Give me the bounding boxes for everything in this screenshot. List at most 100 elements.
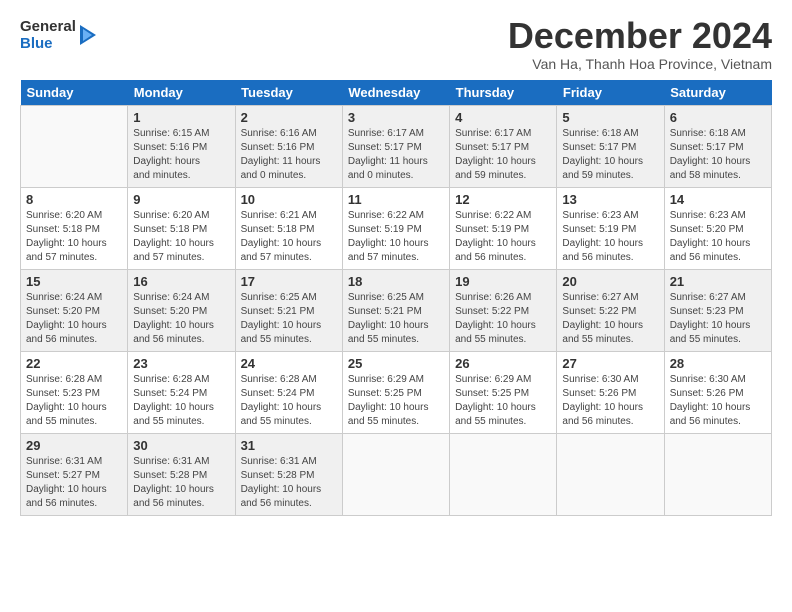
day-number: 8	[26, 192, 122, 207]
calendar-week-row: 1 Sunrise: 6:15 AMSunset: 5:16 PMDaylight…	[21, 106, 772, 188]
day-number: 25	[348, 356, 444, 371]
day-info: Sunrise: 6:28 AMSunset: 5:24 PMDaylight:…	[241, 374, 322, 427]
day-number: 12	[455, 192, 551, 207]
day-number: 16	[133, 274, 229, 289]
day-info: Sunrise: 6:28 AMSunset: 5:24 PMDaylight:…	[133, 374, 214, 427]
day-number: 30	[133, 438, 229, 453]
day-number: 27	[562, 356, 658, 371]
header-thursday: Thursday	[450, 80, 557, 106]
day-number: 17	[241, 274, 337, 289]
day-info: Sunrise: 6:25 AMSunset: 5:21 PMDaylight:…	[241, 292, 322, 345]
header-friday: Friday	[557, 80, 664, 106]
table-row: 1 Sunrise: 6:15 AMSunset: 5:16 PMDaylight…	[128, 106, 235, 188]
table-row: 8 Sunrise: 6:20 AMSunset: 5:18 PMDaylight…	[21, 188, 128, 270]
table-row: 23Sunrise: 6:28 AMSunset: 5:24 PMDayligh…	[128, 352, 235, 434]
calendar-page: General Blue December 2024 Van Ha, Thanh…	[0, 0, 792, 526]
day-info: Sunrise: 6:26 AMSunset: 5:22 PMDaylight:…	[455, 292, 536, 345]
calendar-week-row: 15 Sunrise: 6:24 AMSunset: 5:20 PMDayligh…	[21, 270, 772, 352]
table-row: 10 Sunrise: 6:21 AMSunset: 5:18 PMDayligh…	[235, 188, 342, 270]
title-section: December 2024 Van Ha, Thanh Hoa Province…	[508, 18, 772, 72]
table-row: 15Sunrise: 6:24 AMSunset: 5:20 PMDayligh…	[21, 270, 128, 352]
table-row: 3Sunrise: 6:17 AMSunset: 5:17 PMDaylight…	[342, 106, 449, 188]
header-wednesday: Wednesday	[342, 80, 449, 106]
day-number: 15	[26, 274, 122, 289]
table-row	[342, 434, 449, 516]
table-row: 20Sunrise: 6:27 AMSunset: 5:22 PMDayligh…	[557, 270, 664, 352]
day-info: Sunrise: 6:20 AMSunset: 5:18 PMDaylight:…	[133, 210, 214, 263]
table-row: 6 Sunrise: 6:18 AMSunset: 5:17 PMDaylight…	[664, 106, 771, 188]
day-number: 22	[26, 356, 122, 371]
day-number: 5	[562, 110, 658, 125]
location: Van Ha, Thanh Hoa Province, Vietnam	[508, 56, 772, 72]
day-number: 28	[670, 356, 766, 371]
table-row: 18 Sunrise: 6:25 AMSunset: 5:21 PMDayligh…	[342, 270, 449, 352]
logo: General Blue	[20, 18, 100, 53]
day-number: 13	[562, 192, 658, 207]
table-row: 16 Sunrise: 6:24 AMSunset: 5:20 PMDayligh…	[128, 270, 235, 352]
day-info: Sunrise: 6:16 AMSunset: 5:16 PMDaylight:…	[241, 128, 321, 181]
day-info: Sunrise: 6:22 AMSunset: 5:19 PMDaylight:…	[455, 210, 536, 263]
day-info: Sunrise: 6:30 AMSunset: 5:26 PMDaylight:…	[670, 374, 751, 427]
day-info: Sunrise: 6:21 AMSunset: 5:18 PMDaylight:…	[241, 210, 322, 263]
day-number: 18	[348, 274, 444, 289]
header-saturday: Saturday	[664, 80, 771, 106]
day-info: Sunrise: 6:28 AMSunset: 5:23 PMDaylight:…	[26, 374, 107, 427]
day-number: 10	[241, 192, 337, 207]
day-number: 9	[133, 192, 229, 207]
calendar-week-row: 29 Sunrise: 6:31 AMSunset: 5:27 PMDayligh…	[21, 434, 772, 516]
table-row	[21, 106, 128, 188]
day-number: 29	[26, 438, 122, 453]
weekday-header-row: Sunday Monday Tuesday Wednesday Thursday…	[21, 80, 772, 106]
day-info: Sunrise: 6:24 AMSunset: 5:20 PMDaylight:…	[133, 292, 214, 345]
day-info: Sunrise: 6:29 AMSunset: 5:25 PMDaylight:…	[455, 374, 536, 427]
day-number: 4	[455, 110, 551, 125]
table-row: 31 Sunrise: 6:31 AMSunset: 5:28 PMDayligh…	[235, 434, 342, 516]
table-row: 19 Sunrise: 6:26 AMSunset: 5:22 PMDayligh…	[450, 270, 557, 352]
day-info: Sunrise: 6:23 AMSunset: 5:20 PMDaylight:…	[670, 210, 751, 263]
header: General Blue December 2024 Van Ha, Thanh…	[20, 18, 772, 72]
table-row: 14 Sunrise: 6:23 AMSunset: 5:20 PMDayligh…	[664, 188, 771, 270]
day-info: Sunrise: 6:31 AMSunset: 5:28 PMDaylight:…	[241, 456, 322, 509]
table-row: 28 Sunrise: 6:30 AMSunset: 5:26 PMDayligh…	[664, 352, 771, 434]
day-info: Sunrise: 6:29 AMSunset: 5:25 PMDaylight:…	[348, 374, 429, 427]
day-number: 19	[455, 274, 551, 289]
day-number: 2	[241, 110, 337, 125]
day-info: Sunrise: 6:18 AMSunset: 5:17 PMDaylight:…	[562, 128, 643, 181]
table-row: 4 Sunrise: 6:17 AMSunset: 5:17 PMDaylight…	[450, 106, 557, 188]
table-row: 5 Sunrise: 6:18 AMSunset: 5:17 PMDaylight…	[557, 106, 664, 188]
day-info: Sunrise: 6:30 AMSunset: 5:26 PMDaylight:…	[562, 374, 643, 427]
day-info: Sunrise: 6:27 AMSunset: 5:23 PMDaylight:…	[670, 292, 751, 345]
table-row: 21 Sunrise: 6:27 AMSunset: 5:23 PMDayligh…	[664, 270, 771, 352]
day-number: 21	[670, 274, 766, 289]
day-info: Sunrise: 6:20 AMSunset: 5:18 PMDaylight:…	[26, 210, 107, 263]
day-number: 31	[241, 438, 337, 453]
day-info: Sunrise: 6:23 AMSunset: 5:19 PMDaylight:…	[562, 210, 643, 263]
table-row: 2 Sunrise: 6:16 AMSunset: 5:16 PMDaylight…	[235, 106, 342, 188]
calendar-table: Sunday Monday Tuesday Wednesday Thursday…	[20, 80, 772, 516]
table-row: 13 Sunrise: 6:23 AMSunset: 5:19 PMDayligh…	[557, 188, 664, 270]
table-row: 27 Sunrise: 6:30 AMSunset: 5:26 PMDayligh…	[557, 352, 664, 434]
day-number: 24	[241, 356, 337, 371]
table-row: 29 Sunrise: 6:31 AMSunset: 5:27 PMDayligh…	[21, 434, 128, 516]
day-info: Sunrise: 6:17 AMSunset: 5:17 PMDaylight:…	[455, 128, 536, 181]
day-number: 11	[348, 192, 444, 207]
day-info: Sunrise: 6:25 AMSunset: 5:21 PMDaylight:…	[348, 292, 429, 345]
day-number: 14	[670, 192, 766, 207]
day-info: Sunrise: 6:15 AMSunset: 5:16 PMDaylight:…	[133, 128, 209, 181]
day-info: Sunrise: 6:18 AMSunset: 5:17 PMDaylight:…	[670, 128, 751, 181]
header-sunday: Sunday	[21, 80, 128, 106]
day-number: 1	[133, 110, 229, 125]
table-row: 22 Sunrise: 6:28 AMSunset: 5:23 PMDayligh…	[21, 352, 128, 434]
table-row: 12 Sunrise: 6:22 AMSunset: 5:19 PMDayligh…	[450, 188, 557, 270]
table-row: 9 Sunrise: 6:20 AMSunset: 5:18 PMDaylight…	[128, 188, 235, 270]
table-row: 17 Sunrise: 6:25 AMSunset: 5:21 PMDayligh…	[235, 270, 342, 352]
month-title: December 2024	[508, 18, 772, 54]
logo-arrow-icon	[78, 21, 100, 49]
table-row: 25 Sunrise: 6:29 AMSunset: 5:25 PMDayligh…	[342, 352, 449, 434]
table-row: 11Sunrise: 6:22 AMSunset: 5:19 PMDayligh…	[342, 188, 449, 270]
day-info: Sunrise: 6:31 AMSunset: 5:27 PMDaylight:…	[26, 456, 107, 509]
table-row	[450, 434, 557, 516]
day-number: 6	[670, 110, 766, 125]
calendar-week-row: 22 Sunrise: 6:28 AMSunset: 5:23 PMDayligh…	[21, 352, 772, 434]
calendar-week-row: 8 Sunrise: 6:20 AMSunset: 5:18 PMDaylight…	[21, 188, 772, 270]
